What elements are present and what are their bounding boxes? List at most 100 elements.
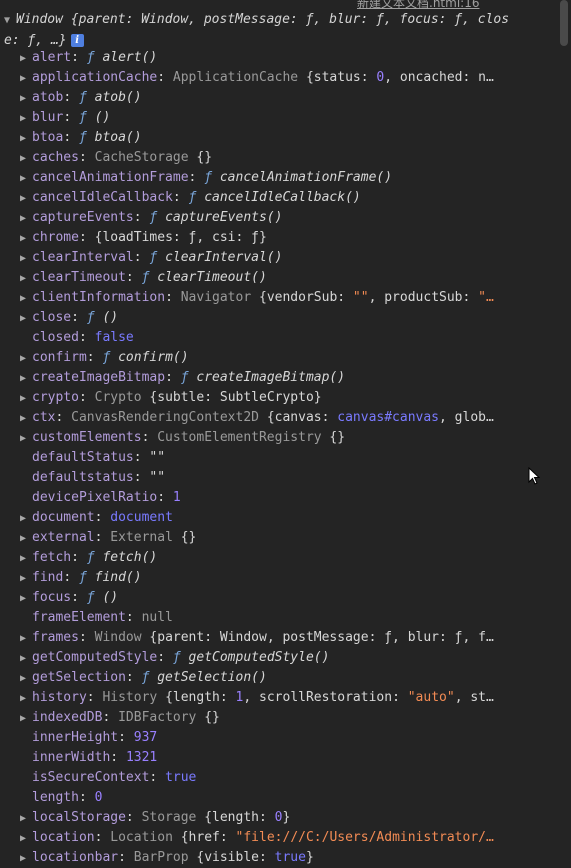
- property-value-part: ƒ: [188, 190, 205, 205]
- expand-arrow-icon[interactable]: ▶: [20, 69, 32, 88]
- property-row-confirm[interactable]: ▶ confirm: ƒ confirm(): [20, 348, 520, 368]
- property-row-cancelAnimationFrame[interactable]: ▶ cancelAnimationFrame: ƒ cancelAnimation…: [20, 168, 520, 188]
- expand-arrow-icon[interactable]: ▶: [20, 229, 32, 248]
- property-value-part: clearInterval(): [165, 250, 283, 265]
- property-row-cancelIdleCallback[interactable]: ▶ cancelIdleCallback: ƒ cancelIdleCallbac…: [20, 188, 520, 208]
- property-row-clientInformation[interactable]: ▶ clientInformation: Navigator {vendorSub…: [20, 288, 520, 308]
- property-key: close: [32, 310, 72, 325]
- property-row-find[interactable]: ▶ find: ƒ find(): [20, 568, 520, 588]
- property-row-chrome[interactable]: ▶ chrome: {loadTimes: ƒ, csi: ƒ}: [20, 228, 520, 248]
- property-key: customElements: [32, 430, 142, 445]
- property-row-focus[interactable]: ▶ focus: ƒ (): [20, 588, 520, 608]
- expand-arrow-icon[interactable]: ▶: [20, 309, 32, 328]
- property-row-alert[interactable]: ▶ alert: ƒ alert(): [20, 48, 520, 68]
- property-row-indexedDB[interactable]: ▶ indexedDB: IDBFactory {}: [20, 708, 520, 728]
- expand-arrow-icon[interactable]: ▼: [4, 11, 16, 31]
- key-separator: :: [172, 190, 189, 205]
- expand-arrow-icon[interactable]: ▶: [20, 429, 32, 448]
- property-row-locationbar[interactable]: ▶ locationbar: BarProp {visible: true}: [20, 848, 520, 868]
- expand-arrow-icon[interactable]: ▶: [20, 249, 32, 268]
- key-separator: :: [188, 170, 205, 185]
- info-icon[interactable]: i: [70, 34, 84, 47]
- property-key: createImageBitmap: [32, 370, 166, 385]
- expand-arrow-icon[interactable]: ▶: [20, 709, 32, 728]
- key-separator: :: [63, 110, 79, 125]
- expand-arrow-icon[interactable]: ▶: [20, 209, 32, 228]
- property-row-getComputedStyle[interactable]: ▶ getComputedStyle: ƒ getComputedStyle(): [20, 648, 520, 668]
- devtools-console: 新建文本文档.html:16 ▼ Window {parent: Window, …: [0, 0, 571, 868]
- property-row-ctx[interactable]: ▶ ctx: CanvasRenderingContext2D {canvas: …: [20, 408, 520, 428]
- scrollbar-thumb[interactable]: [560, 0, 568, 46]
- expand-arrow-icon[interactable]: ▶: [20, 649, 32, 668]
- property-value-part: ƒ: [149, 250, 166, 265]
- property-row-btoa[interactable]: ▶ btoa: ƒ btoa(): [20, 128, 520, 148]
- property-value-part: {}: [204, 710, 220, 725]
- property-value-part: }: [305, 850, 314, 865]
- expand-arrow-icon[interactable]: ▶: [20, 589, 32, 608]
- key-separator: :: [118, 730, 134, 745]
- expand-arrow-icon[interactable]: ▶: [20, 109, 32, 128]
- property-row-captureEvents[interactable]: ▶ captureEvents: ƒ captureEvents(): [20, 208, 520, 228]
- expand-arrow-icon[interactable]: ▶: [20, 829, 32, 848]
- property-row-localStorage[interactable]: ▶ localStorage: Storage {length: 0}: [20, 808, 520, 828]
- expand-arrow-icon[interactable]: ▶: [20, 269, 32, 288]
- property-row-document[interactable]: ▶ document: document: [20, 508, 520, 528]
- property-row-closed: closed: false: [20, 328, 520, 348]
- expand-arrow-icon[interactable]: ▶: [20, 369, 32, 388]
- property-row-crypto[interactable]: ▶ crypto: Crypto {subtle: SubtleCrypto}: [20, 388, 520, 408]
- property-row-createImageBitmap[interactable]: ▶ createImageBitmap: ƒ createImageBitmap(…: [20, 368, 520, 388]
- expand-arrow-icon[interactable]: ▶: [20, 89, 32, 108]
- property-row-caches[interactable]: ▶ caches: CacheStorage {}: [20, 148, 520, 168]
- property-row-blur[interactable]: ▶ blur: ƒ (): [20, 108, 520, 128]
- expand-arrow-icon[interactable]: ▶: [20, 689, 32, 708]
- property-row-atob[interactable]: ▶ atob: ƒ atob(): [20, 88, 520, 108]
- property-row-applicationCache[interactable]: ▶ applicationCache: ApplicationCache {sta…: [20, 68, 520, 88]
- property-row-getSelection[interactable]: ▶ getSelection: ƒ getSelection(): [20, 668, 520, 688]
- expand-arrow-icon[interactable]: ▶: [20, 849, 32, 868]
- key-separator: :: [78, 330, 95, 345]
- expand-arrow-icon[interactable]: ▶: [20, 809, 32, 828]
- property-row-location[interactable]: ▶ location: Location {href: "file:///C:/U…: [20, 828, 520, 848]
- expand-arrow-icon[interactable]: ▶: [20, 169, 32, 188]
- property-value-part: "": [352, 290, 369, 305]
- scrollbar[interactable]: [557, 0, 571, 868]
- expand-arrow-icon[interactable]: ▶: [20, 529, 32, 548]
- property-row-clearInterval[interactable]: ▶ clearInterval: ƒ clearInterval(): [20, 248, 520, 268]
- expand-arrow-icon[interactable]: ▶: [20, 349, 32, 368]
- property-value-part: ƒ: [180, 370, 197, 385]
- expand-arrow-icon[interactable]: ▶: [20, 189, 32, 208]
- property-row-history[interactable]: ▶ history: History {length: 1, scrollRest…: [20, 688, 520, 708]
- expand-arrow-icon[interactable]: ▶: [20, 289, 32, 308]
- key-separator: :: [86, 350, 103, 365]
- property-key: indexedDB: [32, 710, 103, 725]
- expand-arrow-icon[interactable]: ▶: [20, 129, 32, 148]
- key-separator: :: [141, 430, 158, 445]
- property-row-innerHeight: innerHeight: 937: [20, 728, 520, 748]
- expand-arrow-icon[interactable]: ▶: [20, 149, 32, 168]
- property-key: atob: [32, 90, 64, 105]
- property-value-part: Window: [94, 630, 150, 645]
- property-key: length: [32, 790, 79, 805]
- expand-arrow-icon[interactable]: ▶: [20, 549, 32, 568]
- key-separator: :: [55, 410, 72, 425]
- expand-arrow-icon[interactable]: ▶: [20, 389, 32, 408]
- expand-arrow-icon[interactable]: ▶: [20, 509, 32, 528]
- expand-arrow-icon[interactable]: ▶: [20, 629, 32, 648]
- property-value-part: }: [282, 810, 291, 825]
- property-row-fetch[interactable]: ▶ fetch: ƒ fetch(): [20, 548, 520, 568]
- expand-arrow-icon[interactable]: ▶: [20, 669, 32, 688]
- expand-arrow-icon[interactable]: ▶: [20, 409, 32, 428]
- expand-arrow-icon[interactable]: ▶: [20, 569, 32, 588]
- key-separator: :: [63, 130, 79, 145]
- property-value-part: , st…: [454, 690, 494, 705]
- property-value-part: 1321: [125, 750, 158, 765]
- property-row-clearTimeout[interactable]: ▶ clearTimeout: ƒ clearTimeout(): [20, 268, 520, 288]
- property-value-part: getSelection(): [157, 670, 267, 685]
- property-row-customElements[interactable]: ▶ customElements: CustomElementRegistry {…: [20, 428, 520, 448]
- window-object-summary[interactable]: ▼ Window {parent: Window, postMessage: ƒ,…: [4, 10, 519, 51]
- property-value-part: (): [102, 310, 119, 325]
- property-row-external[interactable]: ▶ external: External {}: [20, 528, 520, 548]
- expand-arrow-icon[interactable]: ▶: [20, 49, 32, 68]
- property-row-frames[interactable]: ▶ frames: Window {parent: Window, postMes…: [20, 628, 520, 648]
- property-row-close[interactable]: ▶ close: ƒ (): [20, 308, 520, 328]
